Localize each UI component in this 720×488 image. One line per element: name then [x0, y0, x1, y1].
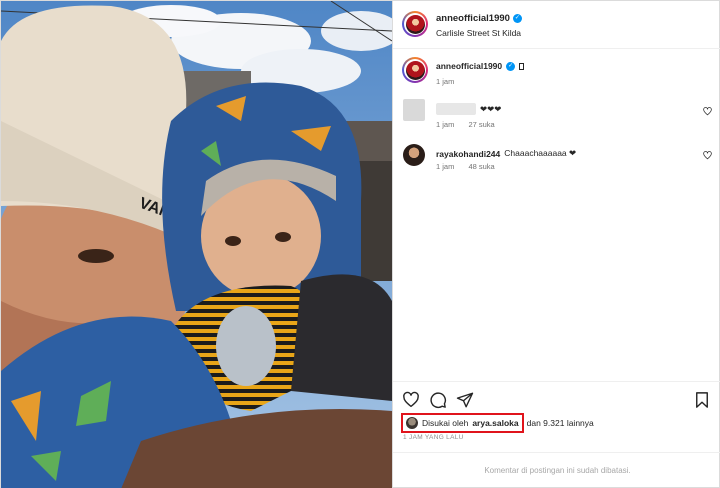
comment-row: ❤❤❤ 1 jam 27 suka	[393, 99, 720, 139]
comment-likes-count[interactable]: 27 suka	[468, 120, 494, 129]
caption-emoji-icon	[519, 62, 525, 70]
comments-list: anneofficial1990 ✓ 1 jam ❤❤❤ 1 jam 27 su…	[393, 50, 720, 380]
comment-text: Chaaachaaaaaa ❤	[504, 148, 577, 158]
comment-avatar-blurred[interactable]	[403, 99, 425, 121]
comment-username[interactable]: rayakohandi244	[436, 149, 500, 159]
comment-icon[interactable]	[429, 391, 447, 409]
comment-like-heart-icon[interactable]	[703, 151, 712, 160]
liked-by-highlight: Disukai oleh arya.saloka	[401, 413, 524, 433]
comment-time[interactable]: 1 jam	[436, 162, 454, 171]
author-username[interactable]: anneofficial1990	[436, 13, 510, 24]
caption-username[interactable]: anneofficial1990	[436, 61, 502, 71]
post-timestamp[interactable]: 1 JAM YANG LALU	[403, 434, 464, 441]
likes-others-link[interactable]: dan 9.321 lainnya	[527, 418, 594, 428]
post-photo[interactable]: VANS	[1, 1, 392, 488]
share-icon[interactable]	[456, 391, 474, 409]
post-dialog: VANS anneofficial1990 ✓ Carlisle Street …	[0, 0, 720, 488]
liked-by-prefix: Disukai oleh	[422, 418, 469, 428]
post-header: anneofficial1990 ✓ Carlisle Street St Ki…	[393, 1, 720, 49]
comment-likes-count[interactable]: 48 suka	[468, 162, 494, 171]
comments-limited-notice: Komentar di postingan ini sudah dibatasi…	[484, 466, 631, 475]
caption-row: anneofficial1990 ✓ 1 jam	[393, 57, 720, 97]
verified-badge-icon: ✓	[512, 14, 522, 23]
caption-avatar[interactable]	[402, 57, 428, 83]
comment-avatar[interactable]	[403, 144, 425, 166]
author-avatar[interactable]	[402, 11, 428, 37]
caption-time[interactable]: 1 jam	[436, 77, 454, 86]
verified-badge-icon: ✓	[506, 61, 516, 71]
comment-row: rayakohandi244 Chaaachaaaaaa ❤ 1 jam 48 …	[393, 144, 720, 184]
comment-footer: Komentar di postingan ini sudah dibatasi…	[393, 452, 720, 488]
comment-time[interactable]: 1 jam	[436, 120, 454, 129]
comment-like-heart-icon[interactable]	[703, 107, 712, 116]
liker-avatar[interactable]	[406, 417, 418, 429]
post-location[interactable]: Carlisle Street St Kilda	[436, 28, 521, 38]
liked-by-user[interactable]: arya.saloka	[472, 418, 518, 428]
bookmark-icon[interactable]	[693, 391, 711, 409]
selfie-image: VANS	[1, 1, 392, 488]
likes-summary: Disukai oleh arya.saloka dan 9.321 lainn…	[401, 412, 594, 434]
comment-username-blurred[interactable]	[436, 103, 476, 115]
comment-text: ❤❤❤	[480, 103, 502, 114]
heart-icon[interactable]	[402, 391, 420, 409]
post-sidebar: anneofficial1990 ✓ Carlisle Street St Ki…	[392, 1, 720, 488]
